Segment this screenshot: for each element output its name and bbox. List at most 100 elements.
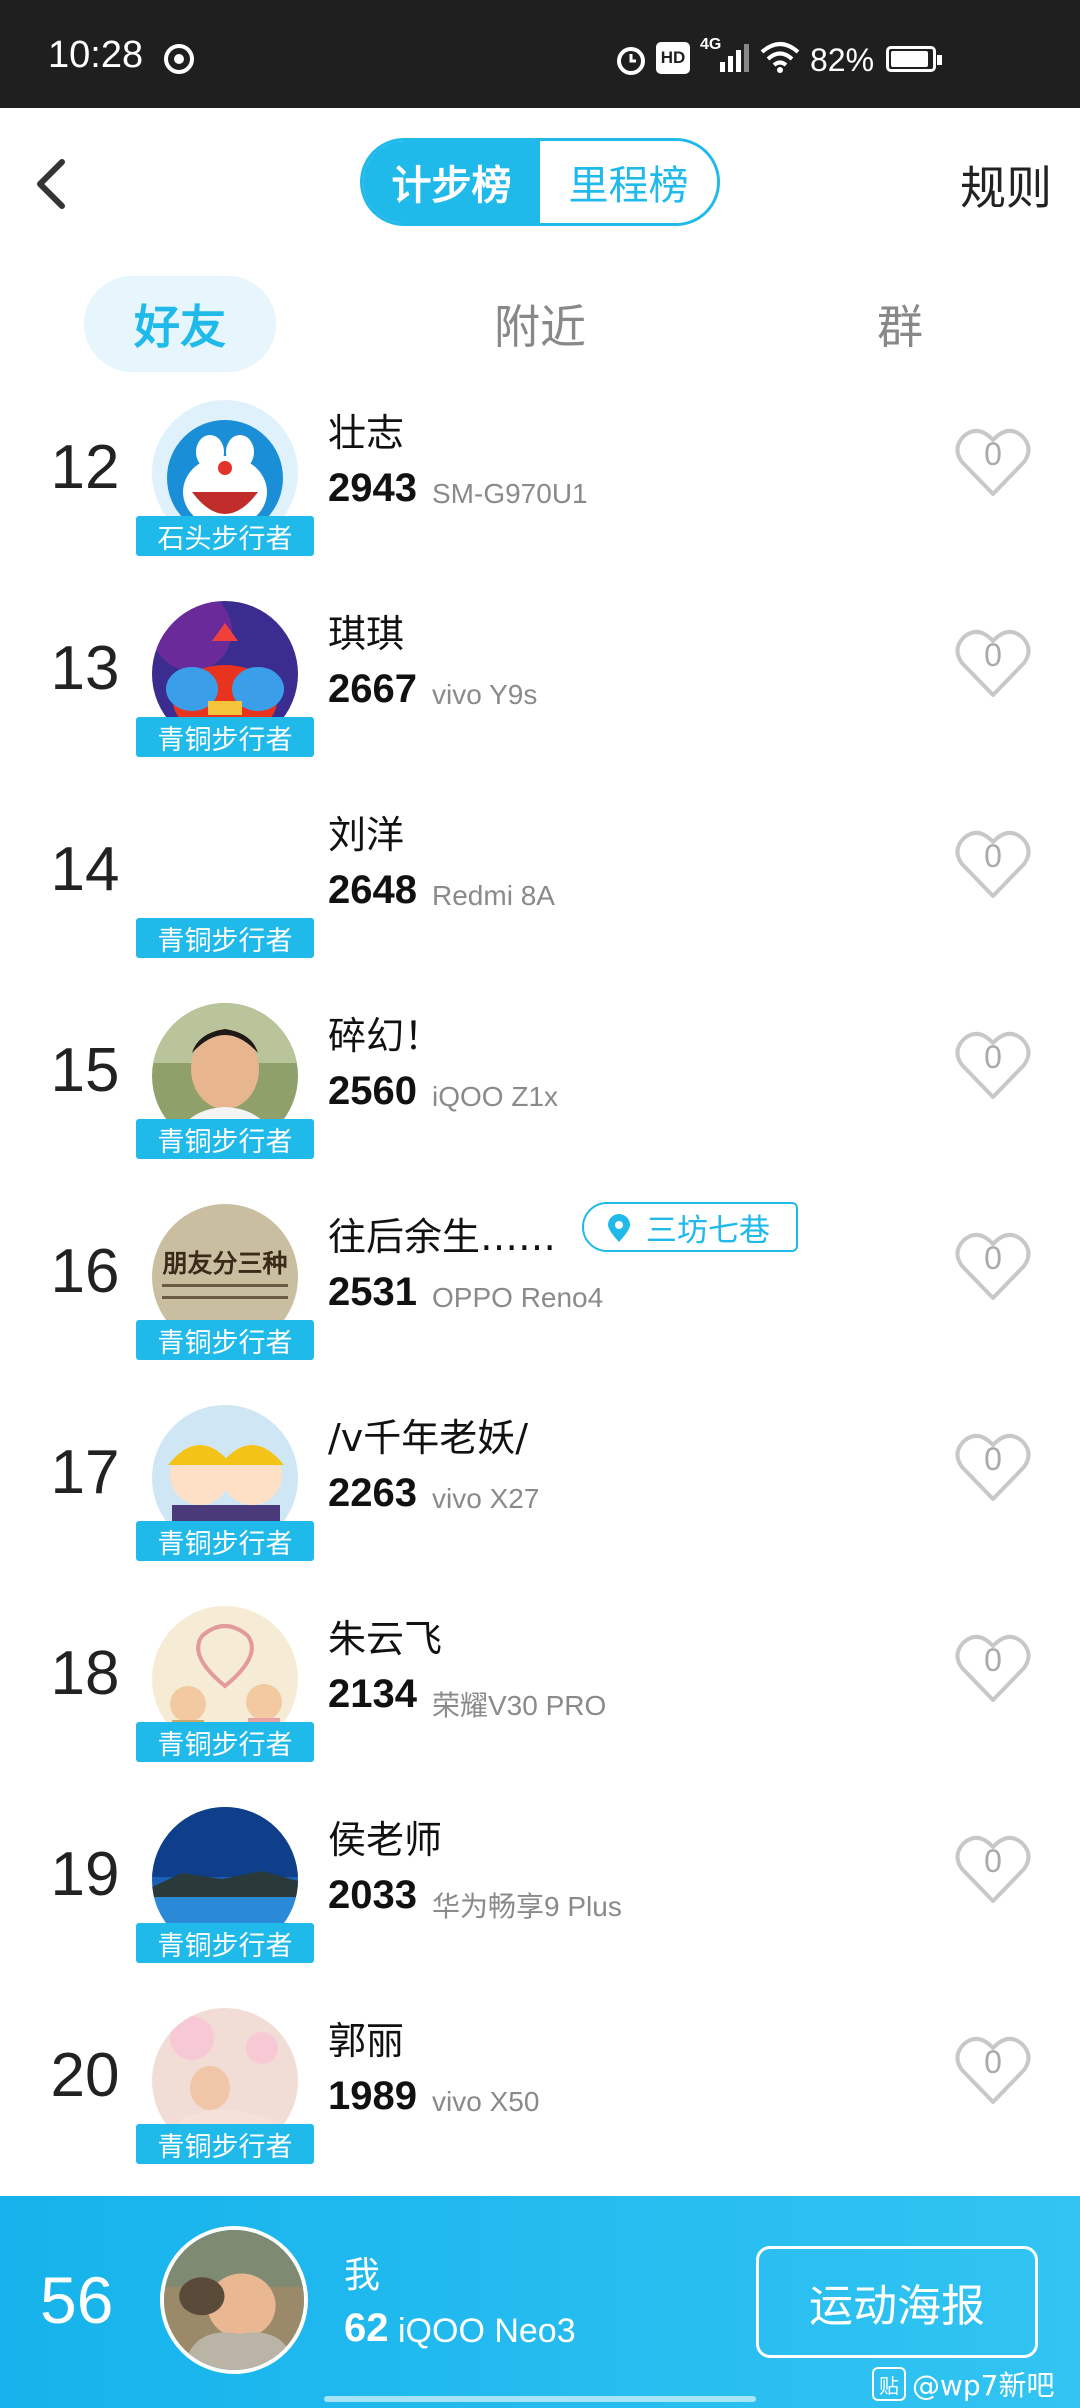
level-badge: 青铜步行者 <box>136 1521 314 1561</box>
list-item[interactable]: 14 青铜步行者 刘洋 2648 Redmi 8A 0 <box>0 798 1080 999</box>
location-pin-icon <box>608 1214 630 1242</box>
watermark-text: @wp7新吧 <box>912 2369 1055 2402</box>
sync-icon <box>164 44 194 74</box>
list-item[interactable]: 19 青铜步行者 侯老师 2033 华为畅享9 Plus 0 <box>0 1803 1080 2004</box>
status-time: 10:28 <box>48 34 144 76</box>
battery-percent: 82% <box>810 42 875 78</box>
alarm-icon <box>617 47 645 75</box>
list-item[interactable]: 20 青铜步行者 郭丽 1989 vivo X50 0 <box>0 2004 1080 2205</box>
nav-bar: 计步榜 里程榜 规则 <box>0 108 1080 258</box>
like-count: 0 <box>984 1240 1002 1276</box>
my-device-name: iQOO Neo3 <box>398 2312 576 2350</box>
step-count: 1989 <box>328 2074 417 2118</box>
like-button[interactable]: 0 <box>952 2030 1034 2110</box>
list-item[interactable]: 16 朋友分三种 青铜步行者 往后余生…… 三坊七巷 2531 OPPO Ren… <box>0 1200 1080 1401</box>
level-badge: 青铜步行者 <box>136 1722 314 1762</box>
sport-poster-button[interactable]: 运动海报 <box>756 2246 1038 2358</box>
leaderboard-list: 12 石头步行者 壮志 2943 SM-G970U1 0 13 青铜步行者 琪琪… <box>0 396 1080 2205</box>
step-count: 2134 <box>328 1672 417 1716</box>
rules-link[interactable]: 规则 <box>960 152 1052 218</box>
user-name: 碎幻！ <box>328 1014 443 1058</box>
step-count: 2648 <box>328 868 417 912</box>
device-name: 华为畅享9 Plus <box>432 1891 622 1922</box>
user-name: /v千年老妖/ <box>328 1416 529 1460</box>
user-name: 朱云飞 <box>328 1617 443 1661</box>
signal-icon: 4G <box>700 36 750 74</box>
status-bar: 10:28 HD 4G 82% <box>0 0 1080 108</box>
level-badge: 青铜步行者 <box>136 717 314 757</box>
level-badge: 石头步行者 <box>136 516 314 556</box>
device-name: iQOO Z1x <box>432 1081 559 1112</box>
tab-distance-ranking[interactable]: 里程榜 <box>540 141 717 223</box>
tab-groups[interactable]: 群 <box>820 276 980 372</box>
like-button[interactable]: 0 <box>952 1829 1034 1909</box>
my-name: 我 <box>344 2255 381 2296</box>
rank-number: 13 <box>50 634 120 703</box>
rank-number: 16 <box>50 1237 120 1306</box>
watermark: 贴 @wp7新吧 <box>872 2364 1055 2404</box>
list-item[interactable]: 13 青铜步行者 琪琪 2667 vivo Y9s 0 <box>0 597 1080 798</box>
like-button[interactable]: 0 <box>952 1427 1034 1507</box>
list-item[interactable]: 15 青铜步行者 碎幻！ 2560 iQOO Z1x 0 <box>0 999 1080 1200</box>
user-name: 琪琪 <box>328 612 405 656</box>
like-count: 0 <box>984 637 1002 673</box>
list-item[interactable]: 12 石头步行者 壮志 2943 SM-G970U1 0 <box>0 396 1080 597</box>
user-name: 壮志 <box>328 411 405 455</box>
ranking-type-toggle: 计步榜 里程榜 <box>360 138 720 226</box>
home-indicator[interactable] <box>324 2396 756 2402</box>
like-button[interactable]: 0 <box>952 1025 1034 1105</box>
user-name: 刘洋 <box>328 813 405 857</box>
tab-step-ranking[interactable]: 计步榜 <box>363 141 540 223</box>
device-name: 荣耀V30 PRO <box>432 1690 607 1721</box>
tab-friends[interactable]: 好友 <box>84 276 276 372</box>
rank-number: 17 <box>50 1438 120 1507</box>
like-button[interactable]: 0 <box>952 1226 1034 1306</box>
wifi-icon <box>760 42 800 73</box>
step-count: 2033 <box>328 1873 417 1917</box>
location-tag[interactable]: 三坊七巷 <box>582 1202 798 1252</box>
like-button[interactable]: 0 <box>952 623 1034 703</box>
level-badge: 青铜步行者 <box>136 2124 314 2164</box>
rank-number: 15 <box>50 1036 120 1105</box>
list-item[interactable]: 17 青铜步行者 /v千年老妖/ 2263 vivo X27 0 <box>0 1401 1080 1602</box>
hd-icon: HD <box>656 42 690 74</box>
like-count: 0 <box>984 838 1002 874</box>
back-arrow-icon[interactable] <box>20 148 90 218</box>
rank-number: 19 <box>50 1840 120 1909</box>
rank-number: 14 <box>50 835 120 904</box>
avatar-caption: 朋友分三种 <box>162 1249 288 1278</box>
like-count: 0 <box>984 1843 1002 1879</box>
like-count: 0 <box>984 436 1002 472</box>
device-name: vivo X50 <box>432 2086 540 2117</box>
like-button[interactable]: 0 <box>952 1628 1034 1708</box>
step-count: 2943 <box>328 466 417 510</box>
device-name: vivo X27 <box>432 1483 540 1514</box>
like-button[interactable]: 0 <box>952 824 1034 904</box>
like-count: 0 <box>984 1441 1002 1477</box>
step-count: 2531 <box>328 1270 417 1314</box>
level-badge: 青铜步行者 <box>136 1923 314 1963</box>
my-step-count: 62 <box>344 2306 389 2350</box>
like-button[interactable]: 0 <box>952 422 1034 502</box>
user-name: 侯老师 <box>328 1818 443 1862</box>
step-count: 2560 <box>328 1069 417 1113</box>
device-name: vivo Y9s <box>432 679 538 710</box>
my-rank-number: 56 <box>40 2263 114 2337</box>
rank-number: 12 <box>50 433 120 502</box>
device-name: SM-G970U1 <box>432 478 588 509</box>
rank-number: 20 <box>50 2041 120 2110</box>
step-count: 2667 <box>328 667 417 711</box>
level-badge: 青铜步行者 <box>136 918 314 958</box>
level-badge: 青铜步行者 <box>136 1320 314 1360</box>
scope-tabs: 好友 附近 群 <box>0 276 1080 376</box>
like-count: 0 <box>984 2044 1002 2080</box>
list-item[interactable]: 18 青铜步行者 朱云飞 2134 荣耀V30 PRO 0 <box>0 1602 1080 1803</box>
rank-number: 18 <box>50 1639 120 1708</box>
location-label: 三坊七巷 <box>646 1212 770 1249</box>
tieba-logo-icon: 贴 <box>872 2367 906 2401</box>
like-count: 0 <box>984 1642 1002 1678</box>
user-name: 郭丽 <box>328 2019 405 2063</box>
tab-nearby[interactable]: 附近 <box>440 276 640 372</box>
my-avatar[interactable] <box>160 2226 308 2374</box>
user-name: 往后余生…… <box>328 1215 557 1259</box>
